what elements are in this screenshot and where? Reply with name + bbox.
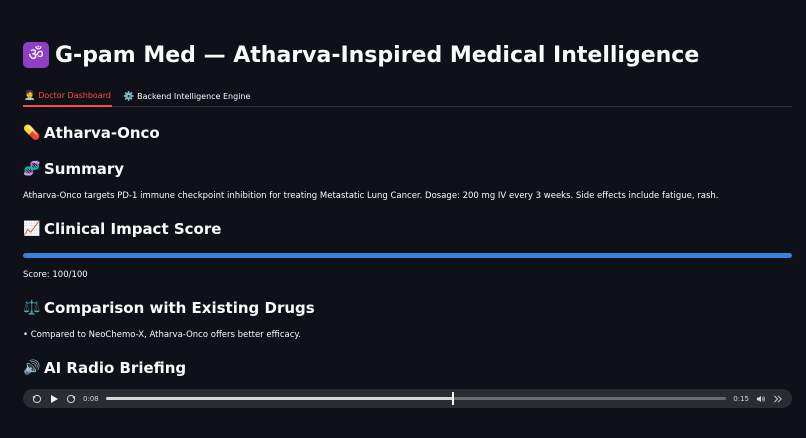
more-options-icon[interactable]: [773, 394, 783, 404]
comparison-heading-text: Comparison with Existing Drugs: [44, 299, 315, 317]
score-text: Score: 100/100: [23, 270, 88, 280]
tab-bar: 🧑‍⚕️ Doctor Dashboard ⚙️ Backend Intelli…: [23, 86, 792, 107]
impact-progress-fill: [23, 253, 792, 258]
summary-text: Atharva-Onco targets PD-1 immune checkpo…: [23, 191, 719, 201]
doctor-icon: 🧑‍⚕️: [24, 90, 36, 101]
comparison-heading: ⚖️ Comparison with Existing Drugs: [23, 299, 315, 317]
play-button[interactable]: [49, 394, 59, 404]
current-time: 0:08: [83, 394, 99, 403]
gear-icon: ⚙️: [122, 91, 135, 102]
seek-slider[interactable]: [105, 392, 727, 405]
duration-time: 0:15: [733, 394, 749, 403]
dna-icon: 🧬: [23, 161, 41, 177]
summary-heading: 🧬 Summary: [23, 160, 124, 178]
tab-backend-intelligence-engine[interactable]: ⚙️ Backend Intelligence Engine: [122, 86, 251, 107]
fast-forward-icon[interactable]: [66, 394, 76, 404]
drug-name-heading: 💊 Atharva-Onco: [23, 124, 160, 142]
clinical-impact-heading-text: Clinical Impact Score: [44, 220, 222, 238]
drug-name: Atharva-Onco: [44, 124, 160, 142]
chart-increasing-icon: 📈: [23, 221, 41, 237]
clinical-impact-heading: 📈 Clinical Impact Score: [23, 220, 221, 238]
volume-icon[interactable]: [756, 394, 766, 404]
tab-label: Backend Intelligence Engine: [137, 92, 251, 101]
radio-heading: 🔊 AI Radio Briefing: [23, 359, 186, 377]
audio-player: 0:08 0:15: [23, 389, 792, 408]
pill-icon: 💊: [23, 125, 41, 141]
balance-scale-icon: ⚖️: [23, 300, 41, 316]
tab-doctor-dashboard[interactable]: 🧑‍⚕️ Doctor Dashboard: [23, 86, 112, 107]
speaker-icon: 🔊: [23, 360, 41, 376]
seek-handle[interactable]: [452, 392, 455, 405]
page-title: ॐ G-pam Med — Atharva-Inspired Medical I…: [23, 42, 699, 68]
tab-label: Doctor Dashboard: [38, 91, 111, 100]
radio-heading-text: AI Radio Briefing: [44, 359, 187, 377]
comparison-item: • Compared to NeoChemo-X, Atharva-Onco o…: [23, 330, 301, 340]
impact-progress-bar: [23, 253, 792, 258]
page-title-text: G-pam Med — Atharva-Inspired Medical Int…: [55, 42, 700, 68]
summary-heading-text: Summary: [44, 160, 125, 178]
rewind-icon[interactable]: [32, 394, 42, 404]
seek-progress: [105, 397, 454, 400]
om-symbol-icon: ॐ: [23, 42, 49, 68]
